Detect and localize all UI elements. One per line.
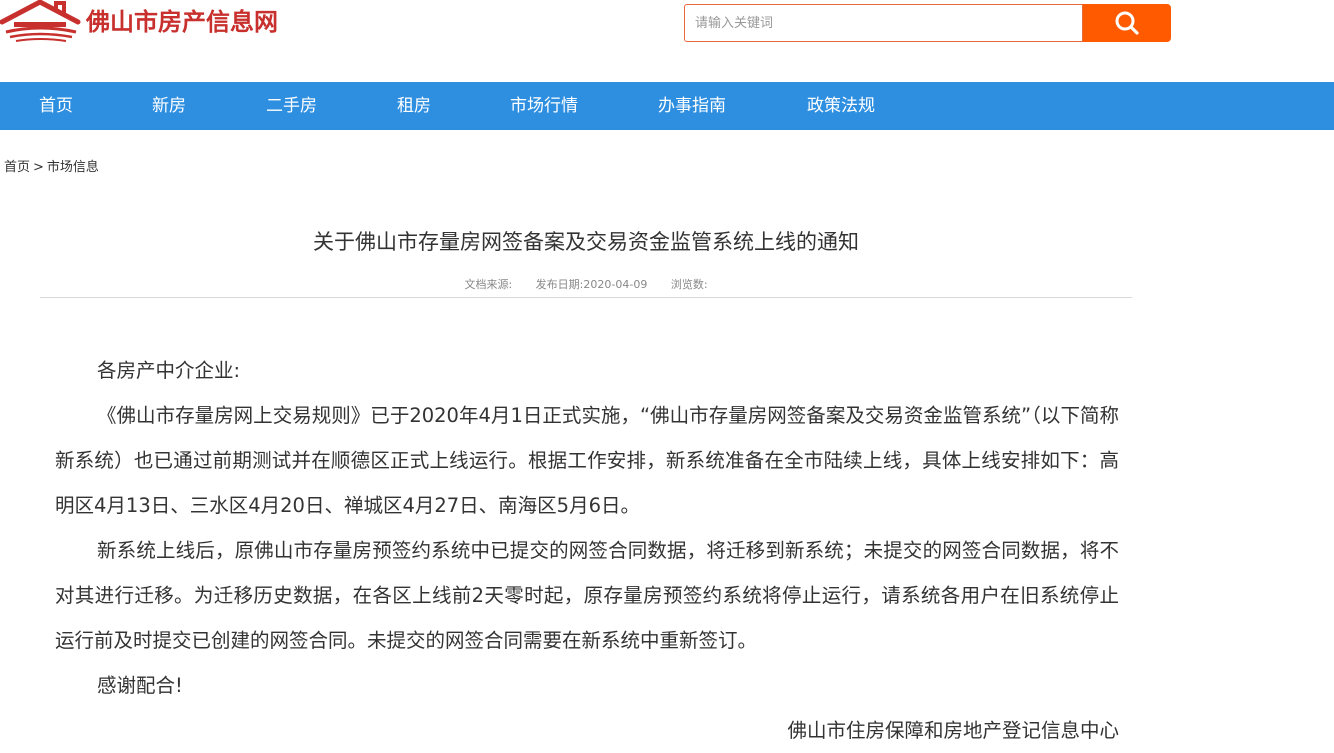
nav-item-market[interactable]: 市场行情 <box>510 82 578 130</box>
article-paragraph: 《佛山市存量房网上交易规则》已于2020年4月1日正式实施，“佛山市存量房网签备… <box>55 404 1119 517</box>
breadcrumb-separator: > <box>33 160 44 175</box>
search-icon <box>1115 11 1139 35</box>
meta-source: 文档来源: <box>464 278 513 291</box>
article-signature: 佛山市住房保障和房地产登记信息中心 <box>787 719 1119 742</box>
meta-date-value: 2020-04-09 <box>583 278 648 291</box>
meta-date: 发布日期:2020-04-09 <box>536 278 648 291</box>
site-name: 佛山市房产信息网 <box>86 8 278 36</box>
breadcrumb-current-link[interactable]: 市场信息 <box>47 160 99 175</box>
site-logo[interactable]: 佛山市房产信息网 <box>0 0 300 44</box>
article-meta: 文档来源: 发布日期:2020-04-09 浏览数: <box>40 276 1132 292</box>
search-button[interactable] <box>1083 4 1171 42</box>
article-salutation: 各房产中介企业: <box>97 359 241 382</box>
nav-item-new-homes[interactable]: 新房 <box>152 82 186 130</box>
nav-item-guide[interactable]: 办事指南 <box>658 82 726 130</box>
site-header: 佛山市房产信息网 <box>0 0 1334 82</box>
nav-item-rental[interactable]: 租房 <box>397 82 431 130</box>
article-closing: 感谢配合! <box>97 674 183 697</box>
article-paragraph: 新系统上线后，原佛山市存量房预签约系统中已提交的网签合同数据，将迁移到新系统；未… <box>55 539 1119 652</box>
article-body: 各房产中介企业: 《佛山市存量房网上交易规则》已于2020年4月1日正式实施，“… <box>55 348 1119 753</box>
house-roof-logo-icon <box>0 0 81 42</box>
nav-item-home[interactable]: 首页 <box>39 82 73 130</box>
title-divider <box>40 297 1132 298</box>
article-title: 关于佛山市存量房网签备案及交易资金监管系统上线的通知 <box>313 230 859 254</box>
breadcrumb: 首页 > 市场信息 <box>4 156 99 175</box>
nav-item-policy[interactable]: 政策法规 <box>807 82 875 130</box>
meta-views: 浏览数: <box>670 278 708 291</box>
search-bar <box>684 4 1171 42</box>
meta-date-label: 发布日期: <box>535 278 584 291</box>
main-nav: 首页 新房 二手房 租房 市场行情 办事指南 政策法规 <box>0 82 1334 130</box>
nav-item-second-hand[interactable]: 二手房 <box>266 82 317 130</box>
breadcrumb-home-link[interactable]: 首页 <box>4 160 30 175</box>
search-input[interactable] <box>684 4 1083 42</box>
